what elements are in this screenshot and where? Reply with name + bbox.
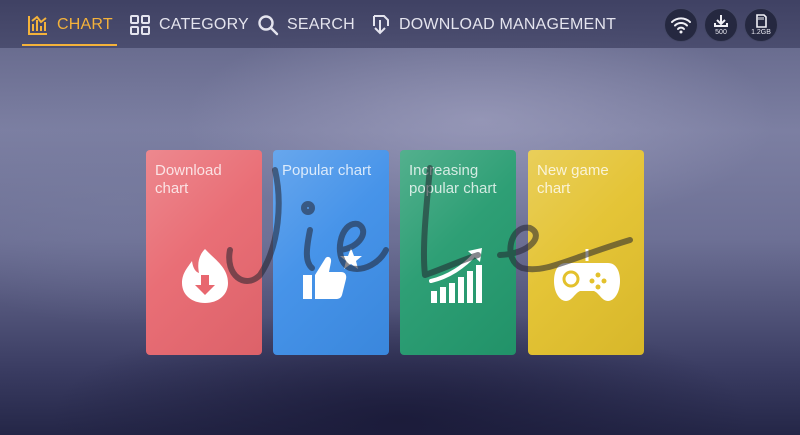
popular-chart-card[interactable]: Popular chart <box>273 150 389 355</box>
tab-download-management[interactable]: DOWNLOAD MANAGEMENT <box>368 10 616 40</box>
new-game-chart-card[interactable]: New game chart <box>528 150 644 355</box>
storage-status-button[interactable]: 1.2GB <box>744 8 778 42</box>
gamepad-icon <box>552 245 622 307</box>
download-management-icon <box>368 13 392 37</box>
storage-value: 1.2GB <box>751 28 771 36</box>
tab-chart-label: CHART <box>57 16 113 33</box>
tab-chart[interactable]: CHART <box>22 10 117 46</box>
thumbs-up-star-icon <box>301 245 363 307</box>
card-title: Increasing popular chart <box>409 162 497 197</box>
downloads-status-button[interactable]: 500 <box>704 8 738 42</box>
tab-search[interactable]: SEARCH <box>256 10 355 40</box>
bar-chart-icon <box>26 13 50 37</box>
search-icon <box>256 13 280 37</box>
rising-bars-icon <box>428 245 490 307</box>
grid-icon <box>128 13 152 37</box>
card-title: Download chart <box>155 162 222 197</box>
top-navigation-bar: CHART CATEGORY SEARCH DOWNLOAD MANAGEMEN… <box>0 0 800 48</box>
wifi-icon <box>670 16 692 34</box>
download-icon <box>713 14 729 28</box>
tab-search-label: SEARCH <box>287 16 355 33</box>
increasing-popular-chart-card[interactable]: Increasing popular chart <box>400 150 516 355</box>
tab-download-management-label: DOWNLOAD MANAGEMENT <box>399 16 617 33</box>
flame-download-icon <box>174 245 236 307</box>
downloads-count: 500 <box>715 28 727 36</box>
card-title: Popular chart <box>282 162 372 179</box>
card-title: New game chart <box>537 162 609 197</box>
sd-card-icon <box>754 13 768 28</box>
status-indicators: 500 1.2GB <box>664 8 784 44</box>
download-chart-card[interactable]: Download chart <box>146 150 262 355</box>
wifi-status-button[interactable] <box>664 8 698 42</box>
tab-category-label: CATEGORY <box>159 16 249 33</box>
tab-category[interactable]: CATEGORY <box>128 10 249 40</box>
